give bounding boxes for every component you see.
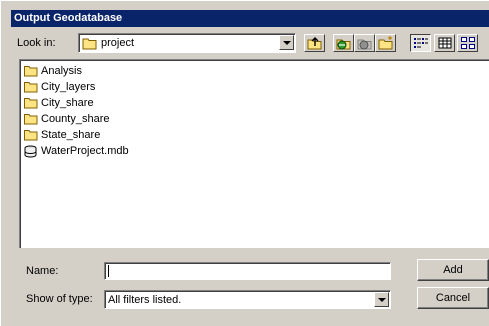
connect-folder-button[interactable]: [333, 34, 354, 52]
list-view-icon: [414, 38, 428, 48]
lookin-value: project: [101, 37, 135, 49]
file-list[interactable]: Analysis City_layers City_share County_s…: [19, 59, 489, 248]
type-value: All filters listed.: [108, 294, 182, 306]
folder-icon: [82, 38, 97, 50]
folder-icon: [24, 66, 38, 77]
folder-icon: [24, 114, 38, 125]
add-button[interactable]: Add: [417, 259, 489, 281]
geodatabase-icon: [24, 145, 37, 158]
up-one-level-icon: [307, 37, 322, 50]
up-one-level-button[interactable]: [304, 34, 325, 52]
text-cursor: [108, 265, 109, 277]
thumbnails-view-icon: [461, 37, 475, 49]
name-label: Name:: [26, 265, 59, 277]
chevron-down-icon[interactable]: [374, 292, 389, 307]
details-view-button[interactable]: [434, 34, 455, 52]
disconnect-folder-button[interactable]: [354, 34, 375, 52]
list-item-label: City_layers: [41, 81, 96, 93]
details-view-icon: [438, 37, 452, 49]
folder-icon: [24, 98, 38, 109]
list-item-label: State_share: [41, 129, 101, 141]
list-view-button[interactable]: [410, 34, 431, 52]
new-folder-button[interactable]: [375, 34, 396, 52]
name-input[interactable]: [104, 262, 391, 280]
thumbnails-view-button[interactable]: [457, 34, 478, 52]
folder-icon: [24, 82, 38, 93]
show-of-type-label: Show of type:: [26, 293, 93, 305]
list-item-label: County_share: [41, 113, 110, 125]
type-dropdown[interactable]: All filters listed.: [104, 290, 391, 309]
list-item-label: Analysis: [41, 65, 82, 77]
dialog-title: Output Geodatabase: [11, 10, 489, 27]
new-folder-icon: [378, 36, 393, 50]
lookin-label: Look in:: [17, 37, 56, 49]
disconnect-folder-icon: [357, 39, 372, 50]
lookin-dropdown[interactable]: project: [78, 33, 296, 53]
chevron-down-icon[interactable]: [279, 35, 294, 50]
cancel-button[interactable]: Cancel: [417, 287, 489, 309]
list-item-label: City_share: [41, 97, 94, 109]
folder-icon: [24, 130, 38, 141]
list-item-label: WaterProject.mdb: [41, 145, 129, 157]
connect-folder-icon: [336, 39, 351, 50]
